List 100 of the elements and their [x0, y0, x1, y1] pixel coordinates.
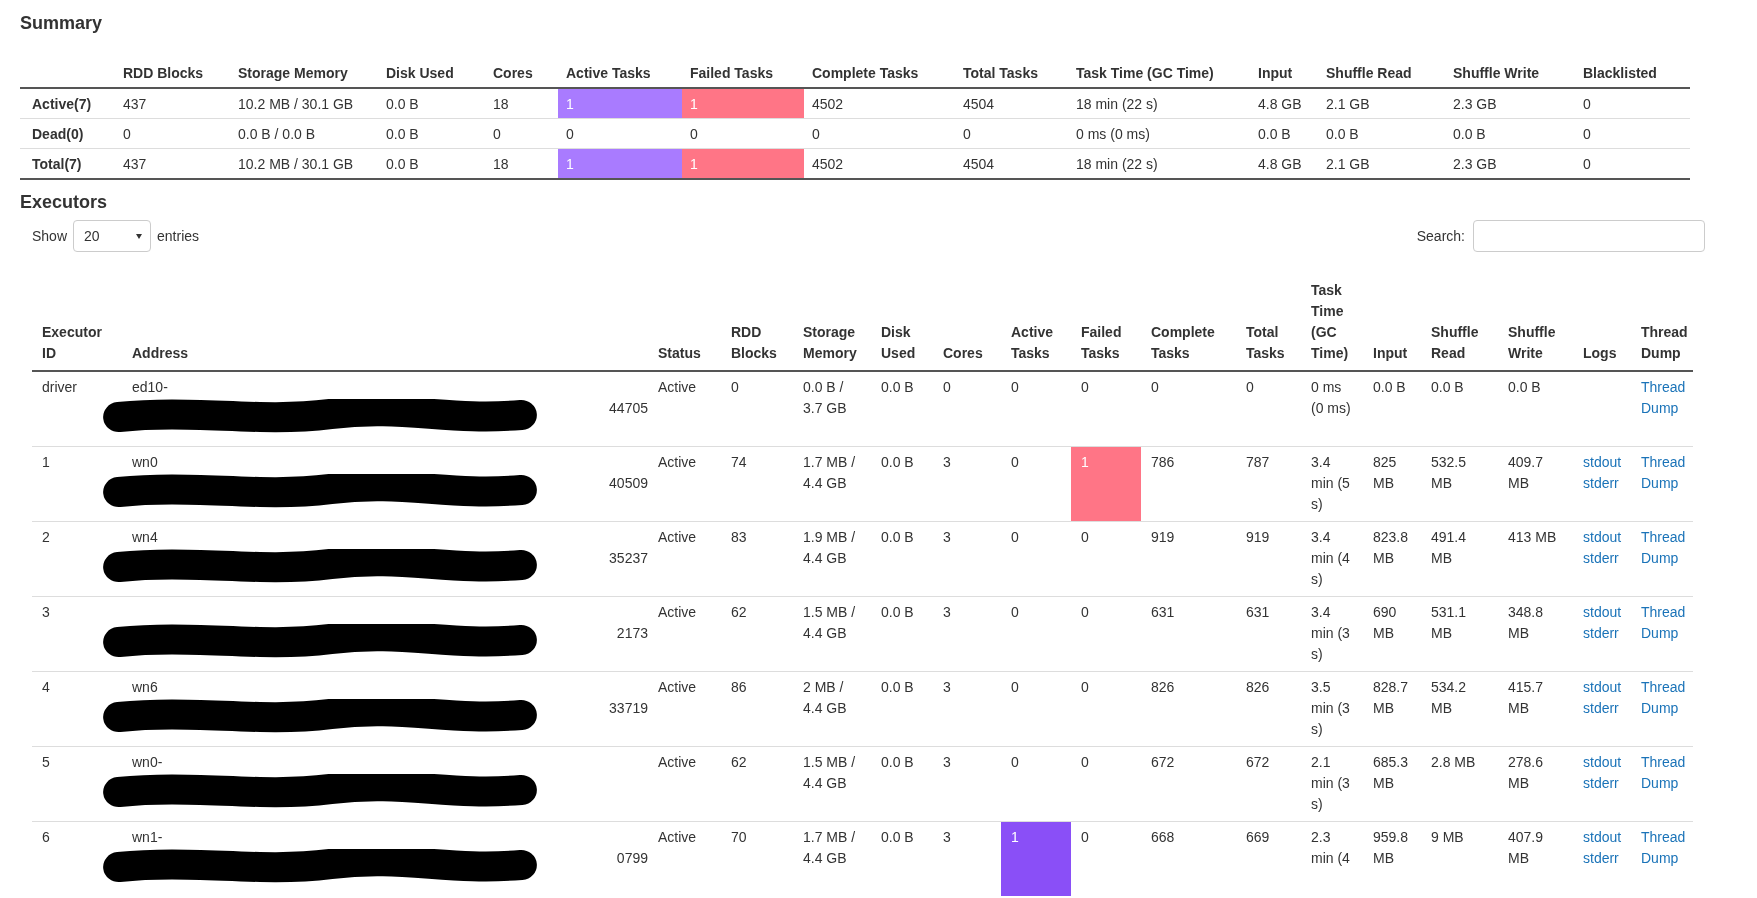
- column-header[interactable]: Shuffle Write: [1498, 274, 1573, 371]
- search-field[interactable]: [1473, 220, 1705, 252]
- table-cell: 672: [1236, 746, 1301, 822]
- table-cell: 2: [32, 521, 122, 597]
- table-cell: 534.2 MB: [1421, 671, 1498, 747]
- table-cell: 415.7 MB: [1498, 671, 1573, 747]
- table-cell: 826: [1141, 671, 1236, 747]
- column-header[interactable]: Storage Memory: [793, 274, 871, 371]
- row-label: Total(7): [20, 148, 115, 179]
- address-text: wn4: [132, 528, 158, 547]
- log-link[interactable]: stderr: [1583, 473, 1619, 494]
- address-text: 35237: [609, 549, 648, 568]
- column-header[interactable]: Status: [648, 274, 721, 371]
- table-cell: 3.4 min (5 s): [1301, 446, 1363, 522]
- table-cell: 1.5 MB / 4.4 GB: [793, 596, 871, 672]
- log-link[interactable]: stdout: [1583, 827, 1622, 848]
- column-header[interactable]: Input: [1363, 274, 1421, 371]
- log-link[interactable]: stdout: [1583, 527, 1622, 548]
- column-header[interactable]: Thread Dump: [1631, 274, 1693, 371]
- column-header[interactable]: Executor ID: [32, 274, 122, 371]
- column-header[interactable]: Shuffle Write: [1445, 53, 1575, 88]
- log-link[interactable]: stdout: [1583, 602, 1622, 623]
- table-cell: 787: [1236, 446, 1301, 522]
- table-cell: 0: [1141, 371, 1236, 447]
- column-header[interactable]: Active Tasks: [1001, 274, 1071, 371]
- table-cell: 669: [1236, 821, 1301, 896]
- thread-dump-link[interactable]: Thread Dump: [1641, 827, 1691, 869]
- thread-dump-link[interactable]: Thread Dump: [1641, 602, 1691, 644]
- show-label: Show: [32, 228, 68, 244]
- column-header[interactable]: Total Tasks: [955, 53, 1068, 88]
- address-text: wn0: [132, 453, 158, 472]
- log-link[interactable]: stdout: [1583, 677, 1622, 698]
- table-cell: 278.6 MB: [1498, 746, 1573, 822]
- log-link[interactable]: stderr: [1583, 773, 1619, 794]
- column-header[interactable]: Cores: [933, 274, 1001, 371]
- column-header[interactable]: Disk Used: [871, 274, 933, 371]
- log-link[interactable]: stderr: [1583, 848, 1619, 869]
- column-header[interactable]: Task Time (GC Time): [1301, 274, 1363, 371]
- table-cell: 2.3 GB: [1445, 88, 1575, 119]
- table-cell: 437: [115, 88, 230, 119]
- table-cell: 62: [721, 746, 793, 822]
- column-header[interactable]: RDD Blocks: [721, 274, 793, 371]
- table-cell: 74: [721, 446, 793, 522]
- log-link[interactable]: stderr: [1583, 548, 1619, 569]
- column-header[interactable]: Total Tasks: [1236, 274, 1301, 371]
- column-header[interactable]: Storage Memory: [230, 53, 378, 88]
- column-header[interactable]: Shuffle Read: [1421, 274, 1498, 371]
- table-cell: 0: [1001, 521, 1071, 597]
- column-header[interactable]: Failed Tasks: [1071, 274, 1141, 371]
- table-cell: 532.5 MB: [1421, 446, 1498, 522]
- table-cell: Active: [648, 446, 721, 522]
- column-header[interactable]: Disk Used: [378, 53, 485, 88]
- page-size-dropdown[interactable]: 20: [73, 220, 152, 252]
- table-cell: 3.4 min (4 s): [1301, 521, 1363, 597]
- table-cell: 1: [32, 446, 122, 522]
- highlighted-cell: 1: [1071, 446, 1141, 522]
- column-header[interactable]: RDD Blocks: [115, 53, 230, 88]
- search-label: Search:: [1416, 228, 1465, 244]
- column-header[interactable]: Cores: [485, 53, 558, 88]
- table-cell: 9 MB: [1421, 821, 1498, 896]
- column-header[interactable]: Input: [1250, 53, 1318, 88]
- address-text: wn6: [132, 678, 158, 697]
- column-header[interactable]: Logs: [1573, 274, 1631, 371]
- column-header[interactable]: Task Time (GC Time): [1068, 53, 1250, 88]
- table-cell: 5: [32, 746, 122, 822]
- thread-dump-link[interactable]: Thread Dump: [1641, 377, 1691, 419]
- thread-dump-link[interactable]: Thread Dump: [1641, 527, 1691, 569]
- table-cell: 3: [933, 446, 1001, 522]
- log-link[interactable]: stdout: [1583, 752, 1622, 773]
- table-cell: 0: [1575, 118, 1690, 149]
- column-header[interactable]: Blacklisted: [1575, 53, 1690, 88]
- address-text: wn1-: [132, 828, 163, 847]
- column-header[interactable]: Address: [122, 274, 648, 371]
- table-cell: 6: [32, 821, 122, 896]
- log-link[interactable]: stderr: [1583, 698, 1619, 719]
- thread-dump-link[interactable]: Thread Dump: [1641, 452, 1691, 494]
- address-text: 2173: [616, 624, 648, 643]
- table-cell: 0: [1575, 148, 1690, 179]
- table-cell: 413 MB: [1498, 521, 1573, 597]
- log-link[interactable]: stderr: [1583, 623, 1619, 644]
- thread-dump-link[interactable]: Thread Dump: [1641, 677, 1691, 719]
- column-header[interactable]: Complete Tasks: [804, 53, 955, 88]
- table-cell: 0.0 B: [871, 446, 933, 522]
- table-cell: 348.8 MB: [1498, 596, 1573, 672]
- table-cell: 2.1 GB: [1318, 88, 1445, 119]
- table-cell: 3: [933, 521, 1001, 597]
- log-link[interactable]: stdout: [1583, 452, 1622, 473]
- thread-dump-link[interactable]: Thread Dump: [1641, 752, 1691, 794]
- table-cell: 531.1 MB: [1421, 596, 1498, 672]
- table-cell: 3.4 min (3 s): [1301, 596, 1363, 672]
- table-cell: 0: [1236, 371, 1301, 447]
- table-cell: 786: [1141, 446, 1236, 522]
- table-cell: 1.7 MB / 4.4 GB: [793, 446, 871, 522]
- table-cell: 0: [1071, 671, 1141, 747]
- column-header[interactable]: Shuffle Read: [1318, 53, 1445, 88]
- table-cell: 0.0 B: [378, 88, 485, 119]
- table-cell: 0.0 B: [871, 596, 933, 672]
- table-cell: 1.9 MB / 4.4 GB: [793, 521, 871, 597]
- column-header[interactable]: Complete Tasks: [1141, 274, 1236, 371]
- highlighted-cell: 1: [682, 88, 804, 119]
